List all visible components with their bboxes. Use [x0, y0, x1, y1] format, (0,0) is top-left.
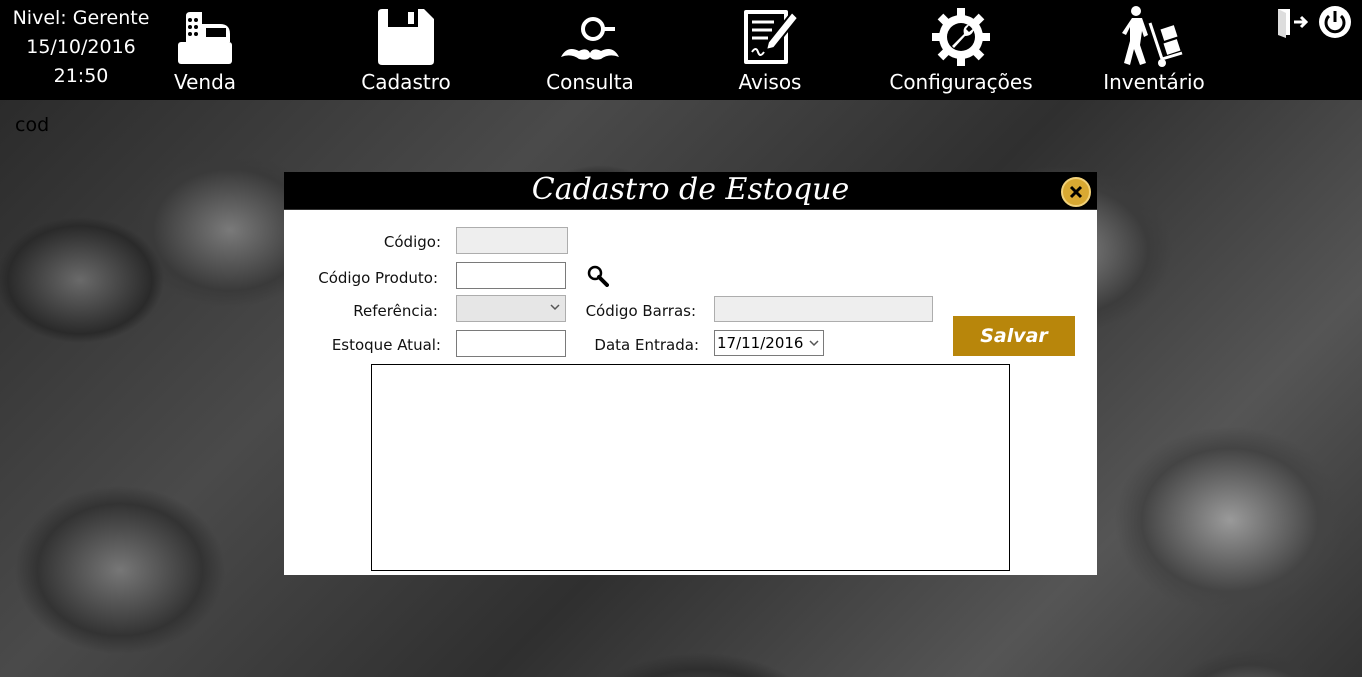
data-entrada-datepicker[interactable]: 17/11/2016: [714, 330, 824, 356]
document-edit-icon: [736, 4, 804, 70]
search-icon[interactable]: [587, 265, 609, 287]
codigo-label: Código:: [383, 233, 441, 251]
nav-avisos-label: Avisos: [738, 70, 802, 94]
user-level: Nivel: Gerente: [12, 7, 150, 29]
codigo-field[interactable]: [456, 227, 568, 254]
current-date: 15/10/2016: [26, 36, 136, 58]
dialog-title: Cadastro de Estoque: [531, 172, 850, 207]
nav-consulta[interactable]: Consulta: [540, 0, 640, 100]
current-time: 21:50: [53, 65, 109, 87]
close-button[interactable]: [1061, 177, 1091, 207]
gear-wrench-icon: [927, 4, 995, 70]
hand-truck-icon: [1120, 4, 1188, 70]
referencia-select[interactable]: [456, 295, 566, 322]
stock-registration-dialog: Cadastro de Estoque Código: Código Produ…: [284, 172, 1097, 575]
nav-venda[interactable]: Venda: [166, 0, 244, 100]
close-icon: [1069, 185, 1083, 199]
user-status: Nivel: Gerente 15/10/2016 21:50: [0, 4, 162, 91]
nav-cadastro-label: Cadastro: [361, 70, 451, 94]
nav-venda-label: Venda: [173, 70, 237, 94]
chevron-down-icon: [550, 304, 560, 311]
cash-register-icon: [171, 4, 239, 70]
power-icon[interactable]: [1318, 5, 1352, 39]
referencia-label: Referência:: [353, 302, 438, 320]
estoque-atual-label: Estoque Atual:: [331, 336, 441, 354]
nav-inventario[interactable]: Inventário: [1100, 0, 1208, 100]
nav-configuracoes[interactable]: Configurações: [882, 0, 1040, 100]
save-button[interactable]: Salvar: [953, 316, 1075, 356]
codigo-barras-label: Código Barras:: [585, 302, 696, 320]
top-navigation-bar: Nivel: Gerente 15/10/2016 21:50 Venda Ca…: [0, 0, 1362, 100]
nav-consulta-label: Consulta: [546, 70, 634, 94]
code-label: cod: [15, 114, 50, 136]
codigo-produto-field[interactable]: [456, 262, 566, 289]
save-disk-icon: [372, 4, 440, 70]
codigo-barras-field[interactable]: [714, 296, 933, 322]
stock-grid[interactable]: [371, 364, 1010, 571]
data-entrada-value: 17/11/2016: [717, 334, 804, 352]
codigo-produto-label: Código Produto:: [318, 269, 438, 287]
data-entrada-label: Data Entrada:: [594, 336, 699, 354]
nav-avisos[interactable]: Avisos: [724, 0, 816, 100]
nav-configuracoes-label: Configurações: [889, 70, 1033, 94]
detective-mustache-icon: [556, 4, 624, 70]
estoque-atual-field[interactable]: [456, 330, 566, 357]
nav-cadastro[interactable]: Cadastro: [356, 0, 456, 100]
dialog-header: Cadastro de Estoque: [284, 172, 1097, 210]
logout-icon[interactable]: [1274, 5, 1309, 39]
nav-inventario-label: Inventário: [1103, 70, 1205, 94]
chevron-down-icon: [809, 340, 819, 347]
